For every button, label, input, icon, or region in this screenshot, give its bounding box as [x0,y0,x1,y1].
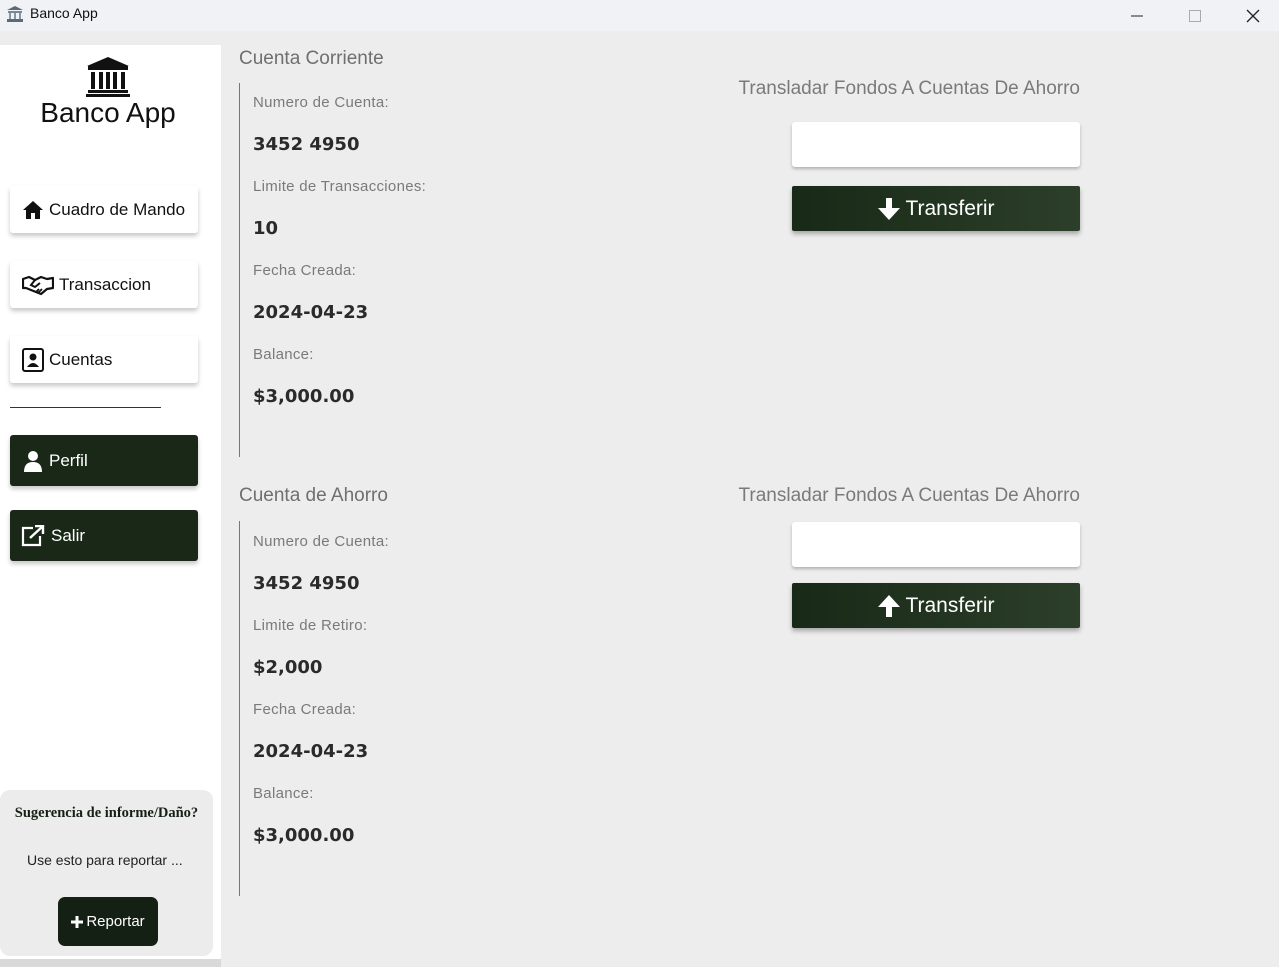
savings-withdrawal-limit-label: Limite de Retiro: [253,617,368,634]
window-title: Banco App [30,5,98,21]
report-title: Sugerencia de informe/Daño? [14,805,199,821]
savings-transfer-button[interactable]: Transferir [792,583,1080,628]
user-icon [21,449,45,473]
nav-transaction-label: Transaccion [59,274,151,294]
savings-transfer-heading: Transladar Fondos A Cuentas De Ahorro [738,485,1081,506]
sidebar: Banco App Cuadro de Mando Transaccion Cu… [0,45,221,959]
brand-name: Banco App [40,97,176,128]
nav-dashboard-label: Cuadro de Mando [49,199,186,219]
handshake-icon [21,273,55,297]
savings-transfer-button-label: Transferir [905,593,995,617]
sidebar-divider [10,407,161,408]
external-link-icon [21,524,45,548]
savings-withdrawal-limit-value: $2,000 [253,657,323,678]
report-button[interactable]: Reportar [58,897,158,946]
report-subtitle: Use esto para reportar ... [27,852,183,868]
checking-transfer-heading: Transladar Fondos A Cuentas De Ahorro [738,78,1081,99]
nav-dashboard-button[interactable]: Cuadro de Mando [10,186,198,233]
checking-created-date-value: 2024-04-23 [253,302,369,323]
nav-transaction-button[interactable]: Transaccion [10,261,198,308]
checking-transaction-limit-label: Limite de Transacciones: [253,178,427,195]
savings-account-number-value: 3452 4950 [253,573,360,594]
nav-accounts-label: Cuentas [49,349,113,369]
arrow-down-icon [877,197,901,221]
nav-accounts-button[interactable]: Cuentas [10,336,198,383]
logout-button[interactable]: Salir [10,510,198,561]
checking-balance-label: Balance: [253,346,314,363]
checking-transfer-button[interactable]: Transferir [792,186,1080,231]
savings-created-date-value: 2024-04-23 [253,741,369,762]
savings-account-number-label: Numero de Cuenta: [253,533,390,550]
close-button[interactable] [1224,0,1279,31]
maximize-button[interactable] [1166,0,1224,31]
savings-account-title: Cuenta de Ahorro [239,485,388,506]
checking-account-number-value: 3452 4950 [253,134,360,155]
sidebar-bottom-strip [0,959,221,967]
savings-balance-value: $3,000.00 [253,825,355,846]
checking-section-line [239,83,240,457]
checking-transaction-limit-value: 10 [253,218,279,239]
checking-transfer-amount-input[interactable] [792,122,1080,167]
bank-app-icon [6,5,24,23]
plus-icon [71,915,84,928]
checking-created-date-label: Fecha Creada: [253,262,357,279]
bank-logo-icon [86,57,130,97]
checking-account-title: Cuenta Corriente [239,48,384,69]
arrow-up-icon [877,594,901,618]
savings-section-line [239,521,240,896]
profile-button[interactable]: Perfil [10,435,198,486]
profile-label: Perfil [49,450,88,470]
report-button-label: Reportar [86,913,145,930]
savings-transfer-amount-input[interactable] [792,522,1080,567]
savings-balance-label: Balance: [253,785,314,802]
savings-created-date-label: Fecha Creada: [253,701,357,718]
home-icon [21,198,45,222]
checking-balance-value: $3,000.00 [253,386,355,407]
checking-transfer-button-label: Transferir [905,196,995,220]
contact-book-icon [21,347,45,372]
logout-label: Salir [51,525,86,545]
title-bar: Banco App [0,0,1279,31]
checking-account-number-label: Numero de Cuenta: [253,94,390,111]
minimize-button[interactable] [1108,0,1166,31]
